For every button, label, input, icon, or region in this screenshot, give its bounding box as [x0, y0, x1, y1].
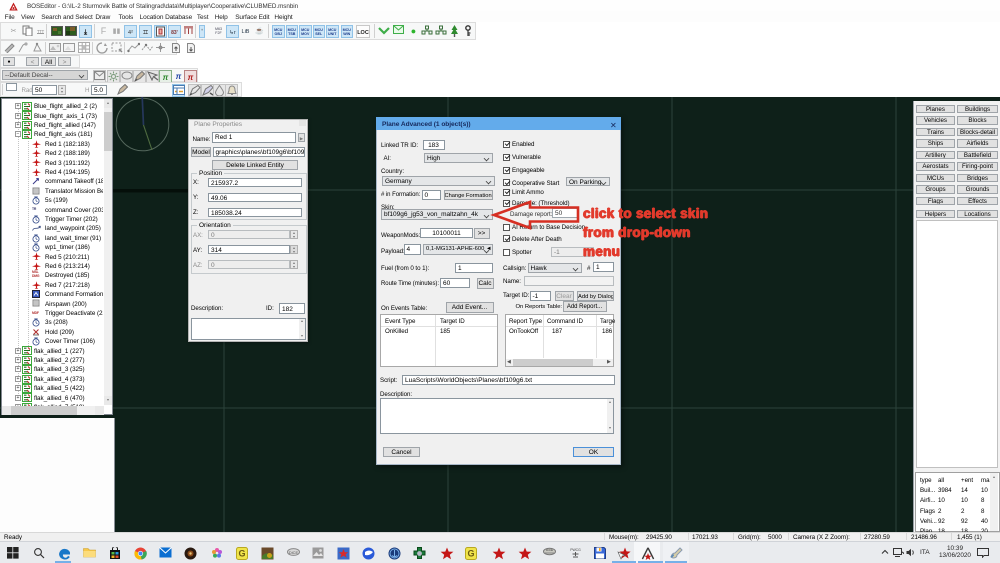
svg-text:PWCG: PWCG: [570, 548, 581, 552]
svg-text:DiCE: DiCE: [289, 550, 299, 555]
svg-text:G: G: [238, 549, 245, 559]
svg-text:DiCE: DiCE: [546, 548, 553, 552]
svg-text:G: G: [467, 549, 474, 559]
